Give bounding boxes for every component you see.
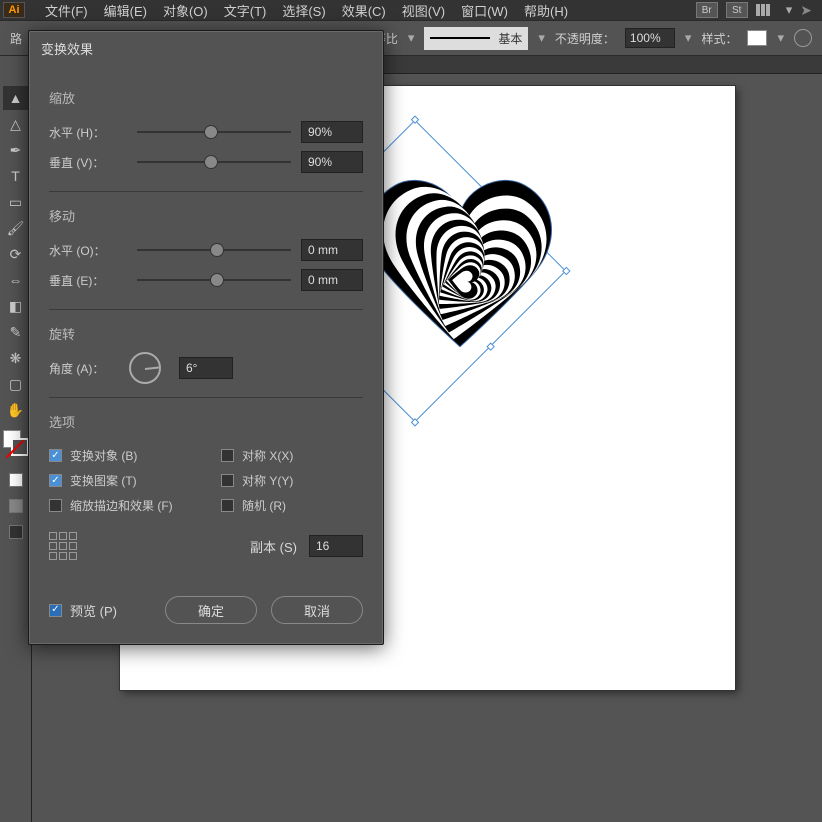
stock-icon[interactable]: St (726, 2, 748, 18)
type-tool[interactable]: T (3, 164, 29, 188)
app-logo-icon: Ai (3, 2, 25, 18)
preview-checkbox[interactable]: 预览 (P) (49, 601, 117, 620)
selection-type-label: 路 (10, 30, 22, 47)
random-checkbox[interactable]: 随机 (R) (221, 497, 363, 514)
hand-tool[interactable]: ✋ (3, 398, 29, 422)
menu-bar: Ai 文件(F) 编辑(E) 对象(O) 文字(T) 选择(S) 效果(C) 视… (0, 0, 822, 20)
menu-effect[interactable]: 效果(C) (334, 0, 394, 22)
ok-button[interactable]: 确定 (165, 596, 257, 624)
stroke-profile-dropdown[interactable]: 基本 (424, 27, 528, 50)
copies-input[interactable] (309, 535, 363, 557)
menu-edit[interactable]: 编辑(E) (96, 0, 155, 22)
chevron-down-icon[interactable]: ▾ (538, 30, 545, 46)
width-tool[interactable]: ⇔ (3, 268, 29, 292)
graphic-style-swatch[interactable] (747, 30, 767, 46)
paintbrush-tool[interactable]: 🖌 (3, 216, 29, 240)
scale-vertical-slider[interactable] (137, 152, 291, 172)
scale-horizontal-input[interactable] (301, 121, 363, 143)
menu-text[interactable]: 文字(T) (216, 0, 275, 22)
arrange-documents-icon[interactable] (756, 2, 778, 18)
move-vertical-input[interactable] (301, 269, 363, 291)
symbol-sprayer-tool[interactable]: ❋ (3, 346, 29, 370)
scale-strokes-checkbox[interactable]: 缩放描边和效果 (F) (49, 497, 191, 514)
rotate-angle-input[interactable] (179, 357, 233, 379)
rotate-section-label: 旋转 (49, 324, 363, 343)
move-horizontal-input[interactable] (301, 239, 363, 261)
move-horizontal-slider[interactable] (137, 240, 291, 260)
chevron-down-icon[interactable]: ▾ (408, 30, 415, 46)
screen-mode[interactable] (3, 520, 29, 544)
scale-vertical-label: 垂直 (V)： (49, 154, 127, 171)
chevron-down-icon[interactable]: ▾ (685, 30, 692, 46)
scale-horizontal-label: 水平 (H)： (49, 124, 127, 141)
cancel-button[interactable]: 取消 (271, 596, 363, 624)
menu-view[interactable]: 视图(V) (394, 0, 453, 22)
menu-select[interactable]: 选择(S) (274, 0, 333, 22)
move-section-label: 移动 (49, 206, 363, 225)
rectangle-tool[interactable]: ▭ (3, 190, 29, 214)
color-mode-gradient[interactable] (3, 494, 29, 518)
fill-stroke-control[interactable] (3, 430, 29, 456)
shape-builder-tool[interactable]: ◧ (3, 294, 29, 318)
style-label: 样式： (701, 30, 737, 47)
bridge-icon[interactable]: Br (696, 2, 718, 18)
artboard-tool[interactable]: ▢ (3, 372, 29, 396)
options-section-label: 选项 (49, 412, 363, 431)
scale-horizontal-slider[interactable] (137, 122, 291, 142)
selection-tool[interactable]: ▲ (3, 86, 29, 110)
menu-file[interactable]: 文件(F) (37, 0, 96, 22)
chevron-down-icon[interactable]: ▾ (777, 30, 784, 46)
dialog-title: 变换效果 (29, 31, 383, 66)
reflect-y-checkbox[interactable]: 对称 Y(Y) (221, 472, 363, 489)
move-vertical-label: 垂直 (E)： (49, 272, 127, 289)
transform-objects-checkbox[interactable]: 变换对象 (B) (49, 447, 191, 464)
menu-window[interactable]: 窗口(W) (453, 0, 516, 22)
transform-patterns-checkbox[interactable]: 变换图案 (T) (49, 472, 191, 489)
reference-point-selector[interactable] (49, 532, 77, 560)
opacity-label: 不透明度： (555, 30, 615, 47)
transform-effect-dialog: 变换效果 缩放 水平 (H)： 垂直 (V)： 移动 水平 (O) (28, 30, 384, 645)
move-horizontal-label: 水平 (O)： (49, 242, 127, 259)
recolor-artwork-icon[interactable] (794, 29, 812, 47)
chevron-down-icon[interactable]: ▾ (786, 2, 793, 18)
opacity-input[interactable] (625, 28, 675, 48)
gpu-arrow-icon[interactable]: ➤ (800, 2, 812, 19)
pen-tool[interactable]: ✒ (3, 138, 29, 162)
scale-vertical-input[interactable] (301, 151, 363, 173)
copies-label: 副本 (S) (250, 537, 297, 556)
eyedropper-tool[interactable]: ✎ (3, 320, 29, 344)
rotate-angle-label: 角度 (A)： (49, 360, 119, 377)
menu-help[interactable]: 帮助(H) (516, 0, 576, 22)
angle-dial[interactable] (129, 352, 161, 384)
scale-section-label: 缩放 (49, 88, 363, 107)
move-vertical-slider[interactable] (137, 270, 291, 290)
menu-object[interactable]: 对象(O) (155, 0, 216, 22)
color-mode-normal[interactable] (3, 468, 29, 492)
direct-selection-tool[interactable]: △ (3, 112, 29, 136)
rotate-tool[interactable]: ⟳ (3, 242, 29, 266)
reflect-x-checkbox[interactable]: 对称 X(X) (221, 447, 363, 464)
